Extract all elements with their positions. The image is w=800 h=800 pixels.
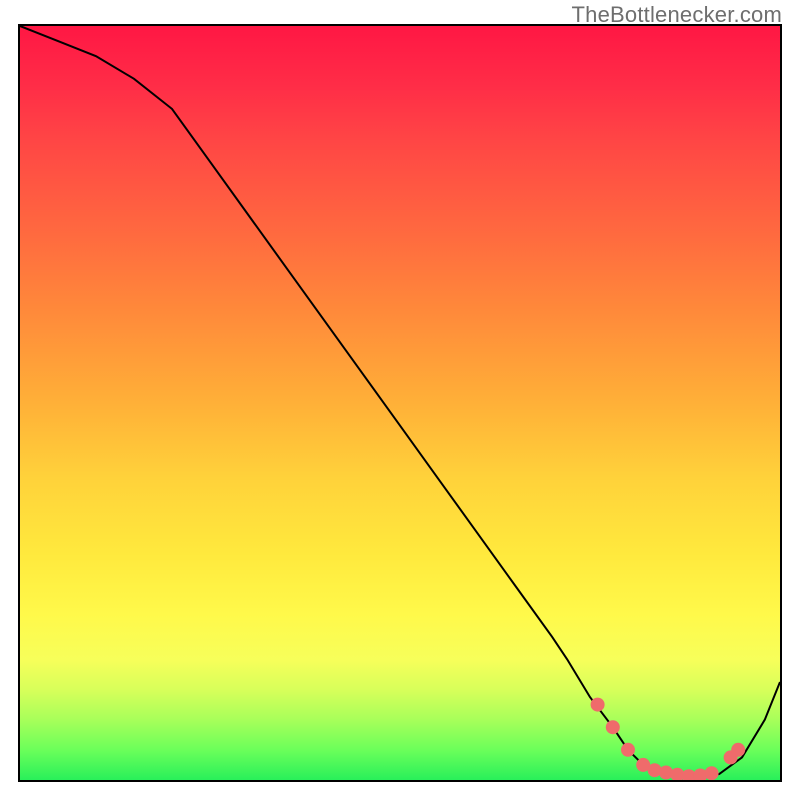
plot-area [18, 24, 782, 782]
curve-layer [20, 26, 780, 780]
marker-dot [591, 698, 605, 712]
marker-dot [705, 766, 719, 780]
main-curve [20, 26, 780, 776]
marker-group [591, 698, 746, 780]
chart-canvas: TheBottlenecker.com [0, 0, 800, 800]
marker-dot [621, 743, 635, 757]
marker-dot [606, 720, 620, 734]
marker-dot [731, 743, 745, 757]
